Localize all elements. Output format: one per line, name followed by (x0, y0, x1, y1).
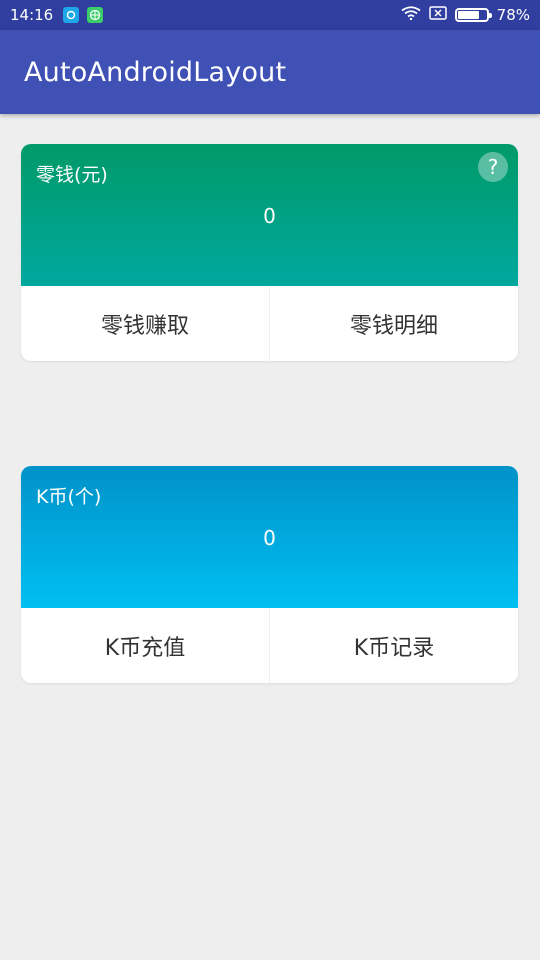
app-bar: AutoAndroidLayout (0, 30, 540, 114)
kcoin-balance: 0 (263, 526, 276, 550)
help-icon[interactable]: ? (478, 152, 508, 182)
wallet-earn-button[interactable]: 零钱赚取 (21, 286, 269, 361)
kcoin-record-button[interactable]: K币记录 (270, 608, 518, 683)
status-bar: 14:16 78% (0, 0, 540, 30)
status-time: 14:16 (10, 6, 54, 24)
wallet-detail-button[interactable]: 零钱明细 (270, 286, 518, 361)
browser-notification-icon (87, 7, 104, 23)
kcoin-label: K币(个) (36, 486, 102, 508)
kcoin-actions: K币充值 K币记录 (21, 608, 518, 683)
kcoin-recharge-button[interactable]: K币充值 (21, 608, 269, 683)
wallet-header: 零钱(元) ? 0 (21, 144, 518, 286)
wallet-actions: 零钱赚取 零钱明细 (21, 286, 518, 361)
wallet-label: 零钱(元) (36, 164, 108, 186)
app-notification-icon (63, 7, 80, 23)
battery-icon (454, 8, 492, 22)
wallet-card: 零钱(元) ? 0 零钱赚取 零钱明细 (21, 144, 518, 361)
wifi-icon (401, 6, 421, 24)
kcoin-header: K币(个) 0 (21, 466, 518, 608)
kcoin-card: K币(个) 0 K币充值 K币记录 (21, 466, 518, 683)
wallet-balance: 0 (263, 204, 276, 228)
battery-percent: 78% (496, 6, 530, 24)
app-title: AutoAndroidLayout (24, 56, 287, 88)
sim-x-icon (428, 6, 447, 24)
